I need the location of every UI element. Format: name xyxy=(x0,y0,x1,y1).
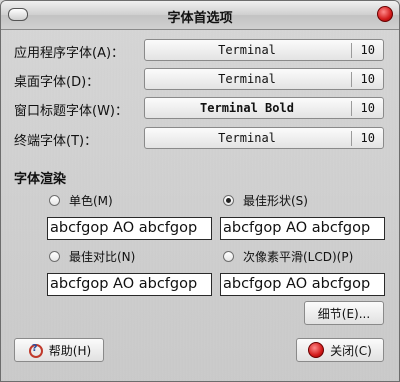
separator xyxy=(351,72,352,87)
radio-subpixel[interactable]: 次像素平滑(LCD)(P) xyxy=(223,248,353,265)
application-font-name: Terminal xyxy=(218,43,276,57)
font-preferences-window: 字体首选项 应用程序字体(A)： Terminal 10 桌面字体(D)： Te… xyxy=(0,0,400,382)
radio-monochrome[interactable]: 单色(M) xyxy=(49,192,113,209)
window-title: 字体首选项 xyxy=(167,11,233,26)
application-font-label: 应用程序字体(A)： xyxy=(14,46,125,61)
title-bar[interactable]: 字体首选项 xyxy=(1,1,399,30)
desktop-font-size: 10 xyxy=(360,72,375,86)
terminal-font-size: 10 xyxy=(360,131,375,145)
sample-best-shape: abcfgop AO abcfgop xyxy=(220,217,385,240)
help-button-label: 帮助(H) xyxy=(48,343,92,358)
help-icon xyxy=(27,342,43,358)
application-font-button[interactable]: Terminal 10 xyxy=(144,39,384,61)
terminal-font-button[interactable]: Terminal 10 xyxy=(144,127,384,149)
close-button-label: 关闭(C) xyxy=(330,343,372,358)
terminal-font-name: Terminal xyxy=(218,131,276,145)
application-font-size: 10 xyxy=(360,43,375,57)
radio-best-shape-label: 最佳形状(S) xyxy=(243,194,308,208)
sample-monochrome: abcfgop AO abcfgop xyxy=(47,217,212,240)
radio-icon[interactable] xyxy=(49,251,60,262)
radio-icon[interactable] xyxy=(223,251,234,262)
sample-best-contrast: abcfgop AO abcfgop xyxy=(47,273,212,296)
separator xyxy=(351,101,352,116)
desktop-font-label: 桌面字体(D)： xyxy=(14,75,100,90)
window-title-font-label: 窗口标题字体(W)： xyxy=(14,104,128,119)
window-title-font-size: 10 xyxy=(360,101,375,115)
window-close-icon[interactable] xyxy=(377,6,393,22)
window-title-font-name: Terminal Bold xyxy=(200,101,294,115)
help-button[interactable]: 帮助(H) xyxy=(14,338,104,362)
radio-best-contrast[interactable]: 最佳对比(N) xyxy=(49,248,135,265)
radio-checked-icon[interactable] xyxy=(223,195,234,206)
radio-best-shape[interactable]: 最佳形状(S) xyxy=(223,192,308,209)
separator xyxy=(351,43,352,58)
radio-monochrome-label: 单色(M) xyxy=(69,194,113,208)
window-title-font-button[interactable]: Terminal Bold 10 xyxy=(144,97,384,119)
desktop-font-button[interactable]: Terminal 10 xyxy=(144,68,384,90)
details-button[interactable]: 细节(E)... xyxy=(304,301,384,325)
desktop-font-name: Terminal xyxy=(218,72,276,86)
radio-subpixel-label: 次像素平滑(LCD)(P) xyxy=(243,250,354,264)
radio-icon[interactable] xyxy=(49,195,60,206)
radio-best-contrast-label: 最佳对比(N) xyxy=(69,250,136,264)
details-button-label: 细节(E)... xyxy=(317,306,371,321)
rendering-section-title: 字体渲染 xyxy=(14,172,67,187)
terminal-font-label: 终端字体(T)： xyxy=(14,134,98,149)
close-icon xyxy=(308,342,325,358)
close-button[interactable]: 关闭(C) xyxy=(296,338,384,362)
separator xyxy=(351,131,352,146)
sample-subpixel: abcfgop AO abcfgop xyxy=(220,273,385,296)
